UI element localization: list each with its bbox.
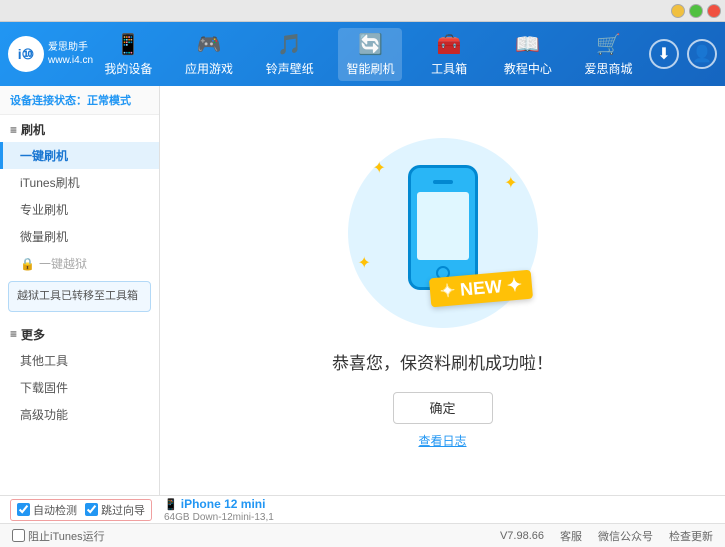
my-device-icon: 📱: [116, 32, 141, 57]
nav-tutorials[interactable]: 📖 教程中心: [496, 28, 560, 81]
footer-right: V7.98.66 客服 微信公众号 检查更新: [500, 528, 713, 544]
titlebar: [0, 0, 725, 22]
nav-ringtones[interactable]: 🎵 铃声壁纸: [258, 28, 322, 81]
footer: 阻止iTunes运行 V7.98.66 客服 微信公众号 检查更新: [0, 523, 725, 547]
device-model-text: Down-12mini-13,1: [193, 512, 274, 523]
logo-text: 爱思助手 www.i4.cn: [48, 41, 93, 67]
device-info: 📱 iPhone 12 mini 64GB Down-12mini-13,1: [164, 497, 715, 523]
user-button[interactable]: 👤: [687, 39, 717, 69]
nav-my-device[interactable]: 📱 我的设备: [96, 28, 160, 81]
sidebar-item-pro-flash[interactable]: 专业刷机: [0, 196, 159, 223]
nav-right: ⬇ 👤: [649, 39, 717, 69]
apps-games-icon: 🎮: [197, 32, 222, 57]
close-button[interactable]: [707, 4, 721, 18]
service-link[interactable]: 客服: [560, 528, 582, 544]
bottom-bar: 自动检测 跳过向导 📱 iPhone 12 mini 64GB Down-12m…: [0, 495, 725, 523]
download-button[interactable]: ⬇: [649, 39, 679, 69]
phone-screen: [417, 192, 469, 260]
version-text: V7.98.66: [500, 530, 544, 542]
skip-wizard-checkbox[interactable]: 跳过向导: [85, 502, 145, 518]
sidebar-item-jailbreak-disabled: 🔒 一键越狱: [0, 250, 159, 277]
flash-section-icon: ≡: [10, 123, 17, 137]
nav-shop[interactable]: 🛒 爱思商城: [577, 28, 641, 81]
device-icon: 📱: [164, 499, 181, 511]
checkbox-group: 自动检测 跳过向导: [10, 499, 152, 521]
sidebar-item-other-tools[interactable]: 其他工具: [0, 347, 159, 374]
header: i⑩ 爱思助手 www.i4.cn 📱 我的设备 🎮 应用游戏 🎵 铃声壁纸 🔄…: [0, 22, 725, 86]
lock-icon: 🔒: [20, 257, 35, 271]
sidebar-item-itunes-flash[interactable]: iTunes刷机: [0, 169, 159, 196]
content-area: ✦ ✦ ✦ ✦ NEW ✦ 恭喜您，保资料刷机成功啦！ 确定 查看日志: [160, 86, 725, 495]
device-storage: 64GB: [164, 512, 190, 523]
device-name: iPhone 12 mini: [181, 497, 266, 511]
sidebar-section-flash: ≡ 刷机: [0, 115, 159, 142]
logo-icon: i⑩: [8, 36, 44, 72]
phone-body: [408, 165, 478, 290]
shop-icon: 🛒: [596, 32, 621, 57]
connection-status: 设备连接状态：正常模式: [0, 86, 159, 115]
sidebar-item-download-fw[interactable]: 下载固件: [0, 374, 159, 401]
sidebar-section-more: ≡ 更多: [0, 320, 159, 347]
itunes-status[interactable]: 阻止iTunes运行: [12, 528, 105, 544]
phone-speaker: [433, 180, 453, 184]
phone-graphic: [408, 165, 478, 290]
nav-apps-games[interactable]: 🎮 应用游戏: [177, 28, 241, 81]
sparkle-icon-3: ✦: [358, 253, 371, 273]
tutorials-icon: 📖: [515, 32, 540, 57]
nav-toolbox[interactable]: 🧰 工具箱: [419, 28, 479, 81]
view-log-link[interactable]: 查看日志: [418, 432, 466, 449]
sidebar-item-advanced[interactable]: 高级功能: [0, 401, 159, 428]
illustration: ✦ ✦ ✦ ✦ NEW ✦: [343, 133, 543, 333]
success-message: 恭喜您，保资料刷机成功啦！: [332, 349, 553, 374]
nav-items: 📱 我的设备 🎮 应用游戏 🎵 铃声壁纸 🔄 智能刷机 🧰 工具箱 📖 教程中心…: [88, 28, 649, 81]
sidebar-info-box: 越狱工具已转移至工具箱: [8, 281, 151, 312]
main-area: 设备连接状态：正常模式 ≡ 刷机 一键刷机 iTunes刷机 专业刷机 微量刷机…: [0, 86, 725, 495]
smart-flash-icon: 🔄: [358, 32, 383, 57]
sparkle-icon-2: ✦: [504, 173, 517, 193]
sparkle-icon-1: ✦: [373, 158, 386, 178]
ringtones-icon: 🎵: [277, 32, 302, 57]
nav-smart-flash[interactable]: 🔄 智能刷机: [338, 28, 402, 81]
footer-left: 阻止iTunes运行: [12, 528, 480, 544]
sidebar-item-one-click[interactable]: 一键刷机: [0, 142, 159, 169]
sidebar: 设备连接状态：正常模式 ≡ 刷机 一键刷机 iTunes刷机 专业刷机 微量刷机…: [0, 86, 160, 495]
more-section-icon: ≡: [10, 327, 17, 341]
itunes-block-checkbox[interactable]: [12, 529, 25, 542]
logo-area: i⑩ 爱思助手 www.i4.cn: [8, 36, 88, 72]
update-link[interactable]: 检查更新: [669, 528, 713, 544]
maximize-button[interactable]: [689, 4, 703, 18]
wechat-link[interactable]: 微信公众号: [598, 528, 653, 544]
toolbox-icon: 🧰: [437, 32, 462, 57]
auto-detect-checkbox[interactable]: 自动检测: [17, 502, 77, 518]
sidebar-item-data-flash[interactable]: 微量刷机: [0, 223, 159, 250]
minimize-button[interactable]: [671, 4, 685, 18]
confirm-button[interactable]: 确定: [393, 392, 493, 424]
